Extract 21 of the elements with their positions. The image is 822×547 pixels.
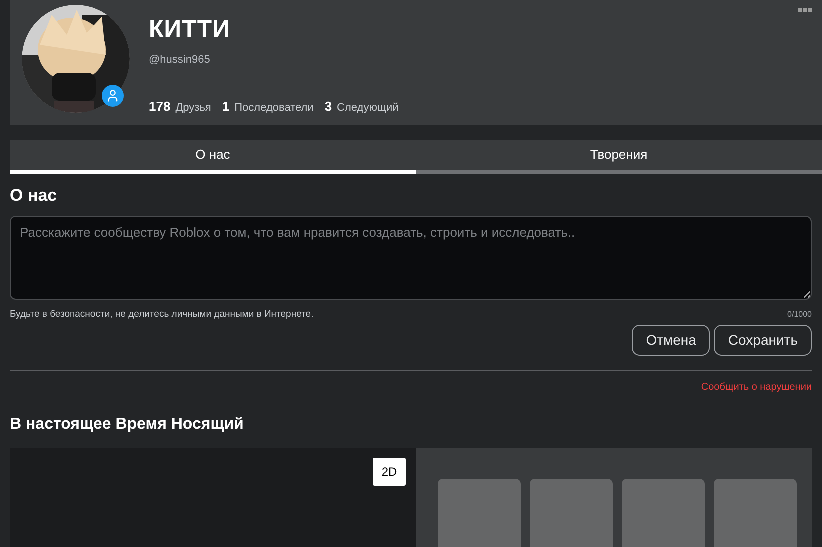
report-link[interactable]: Сообщить о нарушении [701,380,812,395]
view-toggle-button[interactable]: 2D [373,458,406,486]
user-badge-icon [102,85,124,107]
cancel-button[interactable]: Отмена [632,324,710,356]
about-input-field[interactable]: Расскажите сообществу Roblox о том, что вам нравится создавать, строить и исследовать.. [10,216,812,300]
section-heading: В настоящее Время Носящий [10,414,245,435]
stat-label[interactable]: Последователи [234,100,314,116]
safety-hint: Будьте в безопасности, не делитесь личными данными в Интернете. [10,308,314,322]
stat-label[interactable]: Следующий [337,100,399,116]
username: @hussin965 [149,53,212,68]
more-icon[interactable] [798,8,812,12]
stat-count[interactable]: 1 [222,96,230,116]
display-name: КИТТИ [149,15,232,45]
tab[interactable]: Творения [416,140,822,174]
stat-label[interactable]: Друзья [176,100,212,116]
tab[interactable]: О нас [10,140,416,174]
character-counter: 0/1000 [788,308,812,320]
stat-count[interactable]: 178 [149,96,171,116]
save-button[interactable]: Сохранить [714,324,812,356]
stat-count[interactable]: 3 [324,96,332,116]
section-heading: О нас [10,185,58,207]
